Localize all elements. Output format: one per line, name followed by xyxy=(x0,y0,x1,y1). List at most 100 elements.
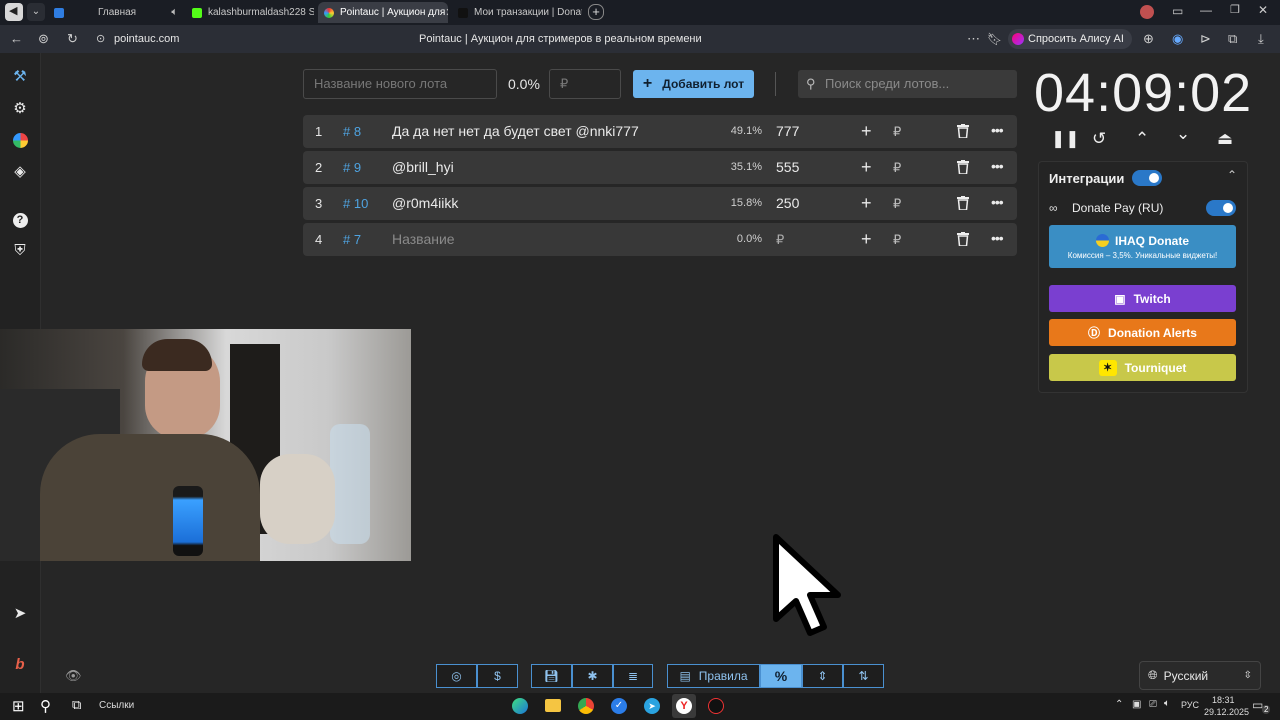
lot-row[interactable]: 3 # 10 @r0m4iikk 15.8% 250 + ₽ ••• xyxy=(303,187,1017,220)
edge-icon[interactable] xyxy=(512,698,528,714)
restore-icon[interactable]: ❐ xyxy=(1230,3,1240,16)
close-window-icon[interactable]: ✕ xyxy=(1258,3,1268,17)
file-explorer-icon[interactable] xyxy=(545,699,561,712)
volume-icon[interactable]: 🔈︎ xyxy=(1164,698,1170,709)
reload-icon[interactable]: ↻ xyxy=(67,25,78,53)
links-toolbar[interactable]: Ссылки xyxy=(99,700,134,711)
tab-list-icon[interactable]: ⌄ xyxy=(27,3,45,21)
lot-search-input[interactable]: ⚲ Поиск среди лотов... xyxy=(798,70,1017,98)
chrome-icon[interactable] xyxy=(578,698,594,714)
lot-name-input[interactable]: Название xyxy=(392,223,455,256)
amount-input-rub[interactable]: ₽ xyxy=(893,223,901,256)
input-language[interactable]: РУС xyxy=(1181,700,1199,710)
obs-icon[interactable] xyxy=(708,698,724,714)
more-options-icon[interactable]: ••• xyxy=(991,187,1004,218)
github-button[interactable]: ◎ xyxy=(436,664,477,688)
add-time-chevron-up-icon[interactable]: ⌃ xyxy=(1135,129,1149,149)
new-tab-icon[interactable]: + xyxy=(588,4,604,20)
check-app-icon[interactable]: ✓ xyxy=(611,698,627,714)
shield-check-icon[interactable]: ⛨ xyxy=(10,241,30,261)
lot-amount-input[interactable]: ₽ xyxy=(776,223,784,256)
lot-row[interactable]: 4 # 7 Название 0.0% ₽ + ₽ ••• xyxy=(303,223,1017,256)
lot-row[interactable]: 2 # 9 @brill_hyi 35.1% 555 + ₽ ••• xyxy=(303,151,1017,184)
tab-home[interactable]: Главная 🔈︎ xyxy=(54,2,184,23)
subtract-time-chevron-down-icon[interactable]: ⌄ xyxy=(1176,124,1190,144)
lot-amount[interactable]: 555 xyxy=(776,151,799,184)
collapse-chevron-icon[interactable]: ⌃ xyxy=(1227,168,1237,182)
lot-name[interactable]: @brill_hyi xyxy=(392,151,454,184)
donatepay-toggle[interactable] xyxy=(1206,200,1236,216)
add-amount-icon[interactable]: + xyxy=(861,151,872,184)
speaker-icon[interactable]: 🔈︎ xyxy=(171,6,184,19)
lot-name[interactable]: @r0m4iikk xyxy=(392,187,458,220)
windows-start-icon[interactable]: ⊞ xyxy=(12,697,25,715)
help-icon[interactable]: ? xyxy=(10,209,30,229)
trash-icon[interactable] xyxy=(957,160,969,174)
lot-row[interactable]: 1 # 8 Да да нет нет да будет свет @nnki7… xyxy=(303,115,1017,148)
more-options-icon[interactable]: ••• xyxy=(991,223,1004,254)
collections-icon[interactable]: ⧉ xyxy=(1228,25,1237,53)
close-tab-icon[interactable]: ✕ xyxy=(445,6,448,19)
tourniquet-button[interactable]: ✶ Tourniquet xyxy=(1049,354,1236,381)
add-amount-icon[interactable]: + xyxy=(861,223,872,256)
more-icon[interactable]: ⋯ xyxy=(967,25,980,53)
clock-date[interactable]: 29.12.2025 xyxy=(1204,707,1249,717)
reset-timer-icon[interactable]: ↺ xyxy=(1092,129,1106,149)
clear-lots-button[interactable]: ≣ xyxy=(613,664,653,688)
donate-dollar-button[interactable]: $ xyxy=(477,664,518,688)
double-time-icon[interactable]: ⏏︎ xyxy=(1217,129,1233,149)
lot-name[interactable]: Да да нет нет да будет свет @nnki777 xyxy=(392,115,639,148)
ask-alice-button[interactable]: Спросить Алису AI xyxy=(1008,29,1132,49)
lot-amount[interactable]: 250 xyxy=(776,187,799,220)
back-icon[interactable]: ← xyxy=(10,25,23,53)
integrations-toggle[interactable] xyxy=(1132,170,1162,186)
tray-app-icon[interactable]: ▣ xyxy=(1132,699,1141,710)
sound-icon[interactable]: ◀ xyxy=(5,3,23,21)
network-icon[interactable]: ⎚ xyxy=(1149,699,1157,710)
media-icon[interactable]: ⊳ xyxy=(1200,25,1211,53)
bookmark-icon[interactable]: 🔖︎ xyxy=(987,25,1002,53)
new-lot-name-input[interactable]: Название нового лота xyxy=(303,69,497,99)
layers-icon[interactable]: ◈ xyxy=(10,162,30,182)
add-lot-button[interactable]: + Добавить лот xyxy=(633,70,754,98)
trash-icon[interactable] xyxy=(957,196,969,210)
profile-avatar[interactable] xyxy=(1140,5,1154,19)
language-select[interactable]: 🌐︎ Русский ⇳ xyxy=(1139,661,1261,690)
telegram-icon[interactable]: ➤ xyxy=(10,604,30,624)
taskbar-search-icon[interactable]: ⚲ xyxy=(40,697,51,715)
bookmarks-icon[interactable]: ▭ xyxy=(1172,4,1183,18)
new-lot-amount-input[interactable]: ₽ xyxy=(549,69,621,99)
bug-report-button[interactable]: ✱ xyxy=(572,664,613,688)
trash-icon[interactable] xyxy=(957,124,969,138)
percent-toggle-button[interactable]: % xyxy=(760,664,802,688)
amount-input-rub[interactable]: ₽ xyxy=(893,151,901,184)
translate-icon[interactable]: ⊕ xyxy=(1143,25,1154,53)
task-view-icon[interactable]: ⧉ xyxy=(72,697,81,713)
pause-icon[interactable]: ❚❚ xyxy=(1051,129,1080,149)
clock-time[interactable]: 18:31 xyxy=(1212,695,1235,705)
compact-view-button[interactable]: ⇕ xyxy=(802,664,843,688)
url-text[interactable]: pointauc.com xyxy=(114,25,179,53)
boosty-icon[interactable]: b xyxy=(10,655,30,675)
shield-icon[interactable]: ⊚ xyxy=(38,25,49,53)
extension-icon[interactable]: ◉ xyxy=(1172,25,1183,53)
site-info-icon[interactable]: ⊙ xyxy=(96,25,105,53)
sort-button[interactable]: ⇅ xyxy=(843,664,884,688)
save-button[interactable]: 💾︎ xyxy=(531,664,572,688)
tab-pointauc[interactable]: Pointauc | Аукцион для ✕ xyxy=(318,2,448,23)
telegram-taskbar-icon[interactable]: ➤ xyxy=(644,698,660,714)
rules-button[interactable]: ▤ Правила xyxy=(667,664,760,688)
auction-hammer-icon[interactable]: ⚒︎ xyxy=(10,67,30,87)
tray-chevron-icon[interactable]: ⌃ xyxy=(1115,699,1123,710)
minimize-icon[interactable]: — xyxy=(1200,3,1212,17)
add-amount-icon[interactable]: + xyxy=(861,115,872,148)
add-amount-icon[interactable]: + xyxy=(861,187,872,220)
donation-alerts-button[interactable]: Ⓓ Donation Alerts xyxy=(1049,319,1236,346)
tab-kick[interactable]: kalashburmaldash228 Stre xyxy=(188,2,314,23)
ihaq-donate-button[interactable]: IHAQ Donate Комиссия – 3,5%. Уникальные … xyxy=(1049,225,1236,268)
trash-icon[interactable] xyxy=(957,232,969,246)
more-options-icon[interactable]: ••• xyxy=(991,115,1004,146)
wheel-pie-icon[interactable] xyxy=(10,131,30,151)
more-options-icon[interactable]: ••• xyxy=(991,151,1004,182)
twitch-button[interactable]: ▣ Twitch xyxy=(1049,285,1236,312)
